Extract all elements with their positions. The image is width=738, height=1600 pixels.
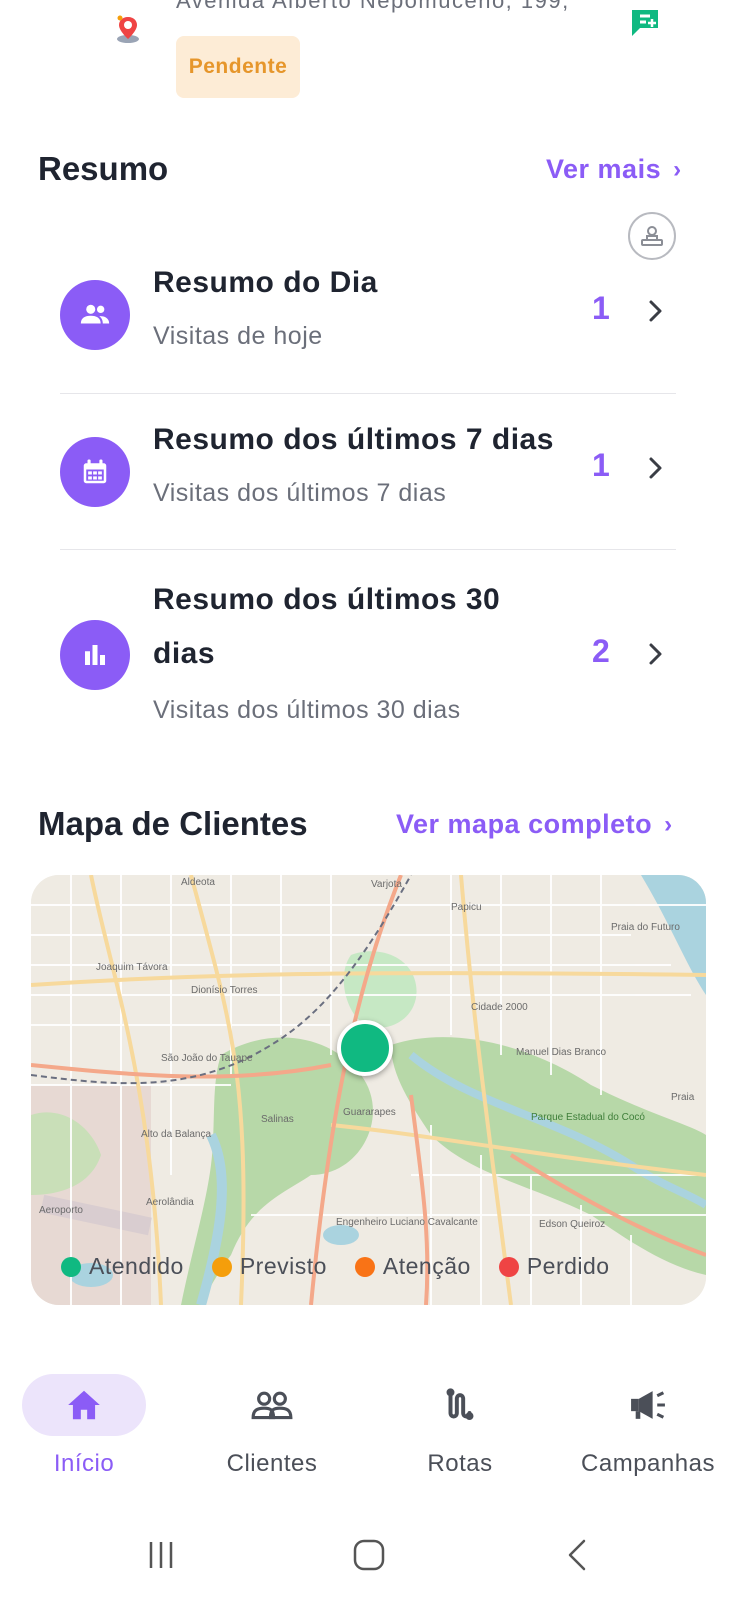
- map-title: Mapa de Clientes: [38, 805, 308, 842]
- legend-label: Perdido: [526, 1253, 610, 1279]
- summary-row-7-days[interactable]: Resumo dos últimos 7 dias Visitas dos úl…: [60, 423, 676, 535]
- chevron-right-icon: ›: [664, 810, 673, 838]
- see-more-label: Ver mais: [546, 154, 662, 184]
- chevron-right-icon: ›: [673, 155, 682, 183]
- map-place-label: Joaquim Távora: [96, 962, 168, 973]
- clients-icon: [251, 1391, 293, 1420]
- check-in-icon[interactable]: [628, 6, 662, 40]
- visit-card[interactable]: Avenida Alberto Nepomuceno, 199, Pendent…: [0, 0, 738, 110]
- legend-item-atendido: Atendido: [61, 1253, 184, 1280]
- map-place-label: Praia: [671, 1092, 695, 1103]
- summary-row-title: Resumo dos últimos 7 dias: [153, 423, 554, 456]
- map-place-label: Salinas: [261, 1114, 294, 1125]
- map-tiles: Aldeota Varjota Papicu Praia do Futuro J…: [31, 875, 706, 1305]
- legend-label: Atendido: [89, 1253, 184, 1279]
- client-marker[interactable]: [337, 1020, 393, 1076]
- status-dot: [211, 1256, 232, 1277]
- summary-row-subtitle: Visitas de hoje: [153, 322, 323, 350]
- see-more-link[interactable]: Ver mais ›: [546, 154, 682, 185]
- chevron-right-icon: [649, 300, 662, 322]
- map-place-label: Dionísio Torres: [191, 985, 258, 996]
- summary-row-subtitle: Visitas dos últimos 7 dias: [153, 479, 447, 507]
- legend-item-perdido: Perdido: [498, 1253, 610, 1280]
- divider: [60, 549, 676, 550]
- recent-apps-icon[interactable]: [136, 1530, 186, 1580]
- status-dot: [61, 1256, 81, 1277]
- summary-row-title: Resumo dos últimos 30 dias: [153, 583, 501, 670]
- nav-item-clientes[interactable]: Clientes: [182, 1360, 362, 1500]
- nav-item-campanhas[interactable]: Campanhas: [558, 1360, 738, 1500]
- home-button-icon[interactable]: [344, 1530, 394, 1580]
- status-dot: [354, 1256, 375, 1277]
- clients-map[interactable]: Aldeota Varjota Papicu Praia do Futuro J…: [31, 875, 706, 1305]
- legend-item-previsto: Previsto: [211, 1253, 327, 1280]
- map-legend: Atendido Previsto Atenção Perdido: [61, 1253, 610, 1280]
- see-full-map-label: Ver mapa completo: [396, 809, 653, 839]
- map-place-label: Aerolândia: [146, 1197, 194, 1208]
- summary-row-count: 1: [592, 447, 610, 483]
- summary-row-count: 1: [592, 290, 610, 326]
- summary-row-title: Resumo do Dia: [153, 266, 378, 299]
- map-place-label: Engenheiro Luciano Cavalcante: [336, 1217, 478, 1228]
- map-place-label: Guararapes: [343, 1107, 396, 1118]
- legend-item-atencao: Atenção: [354, 1253, 471, 1280]
- people-icon: [60, 280, 130, 350]
- summary-row-30-days[interactable]: Resumo dos últimos 30 dias Visitas dos ú…: [60, 578, 676, 728]
- visit-address: Avenida Alberto Nepomuceno, 199,: [176, 0, 570, 13]
- back-icon[interactable]: [552, 1530, 602, 1580]
- map-place-label: Manuel Dias Branco: [516, 1047, 606, 1058]
- map-place-label: Aeroporto: [39, 1205, 83, 1216]
- calendar-icon: [60, 437, 130, 507]
- chevron-right-icon: [649, 457, 662, 479]
- nav-label: Início: [53, 1450, 115, 1477]
- nav-label: Clientes: [226, 1450, 318, 1477]
- map-place-label: Edson Queiroz: [539, 1219, 605, 1230]
- legend-label: Previsto: [239, 1253, 327, 1279]
- nav-label: Campanhas: [581, 1450, 715, 1477]
- home-icon: [68, 1390, 100, 1420]
- map-place-label: Aldeota: [181, 877, 215, 888]
- nav-item-inicio[interactable]: Início: [0, 1360, 174, 1500]
- status-badge: Pendente: [176, 36, 300, 98]
- nav-item-rotas[interactable]: Rotas: [370, 1360, 550, 1500]
- nav-active-indicator: [22, 1374, 146, 1436]
- summary-row-count: 2: [592, 633, 610, 669]
- nav-label: Rotas: [427, 1450, 493, 1477]
- map-place-label: Alto da Balança: [141, 1129, 211, 1140]
- bottom-navigation: Início Clientes Rotas Campanhas: [0, 1360, 738, 1500]
- summary-row-subtitle: Visitas dos últimos 30 dias: [153, 696, 461, 724]
- map-place-label: Parque Estadual do Cocó: [531, 1112, 645, 1123]
- divider: [60, 393, 676, 394]
- bar-chart-icon: [60, 620, 130, 690]
- map-place-label: São João do Tauape: [161, 1053, 253, 1064]
- status-dot: [498, 1256, 519, 1277]
- megaphone-icon: [631, 1391, 665, 1419]
- system-navigation-bar: [0, 1510, 738, 1600]
- routes-icon: [446, 1388, 474, 1421]
- map-pin-icon: [117, 15, 139, 43]
- map-place-label: Praia do Futuro: [611, 922, 680, 933]
- map-place-label: Papicu: [451, 902, 482, 913]
- chevron-right-icon: [649, 643, 662, 665]
- map-place-label: Varjota: [371, 879, 402, 890]
- summary-row-day[interactable]: Resumo do Dia Visitas de hoje 1: [60, 266, 676, 378]
- stamp-icon[interactable]: [628, 212, 676, 260]
- map-place-label: Cidade 2000: [471, 1002, 528, 1013]
- summary-title: Resumo: [38, 150, 169, 187]
- see-full-map-link[interactable]: Ver mapa completo ›: [396, 809, 673, 840]
- legend-label: Atenção: [382, 1253, 471, 1279]
